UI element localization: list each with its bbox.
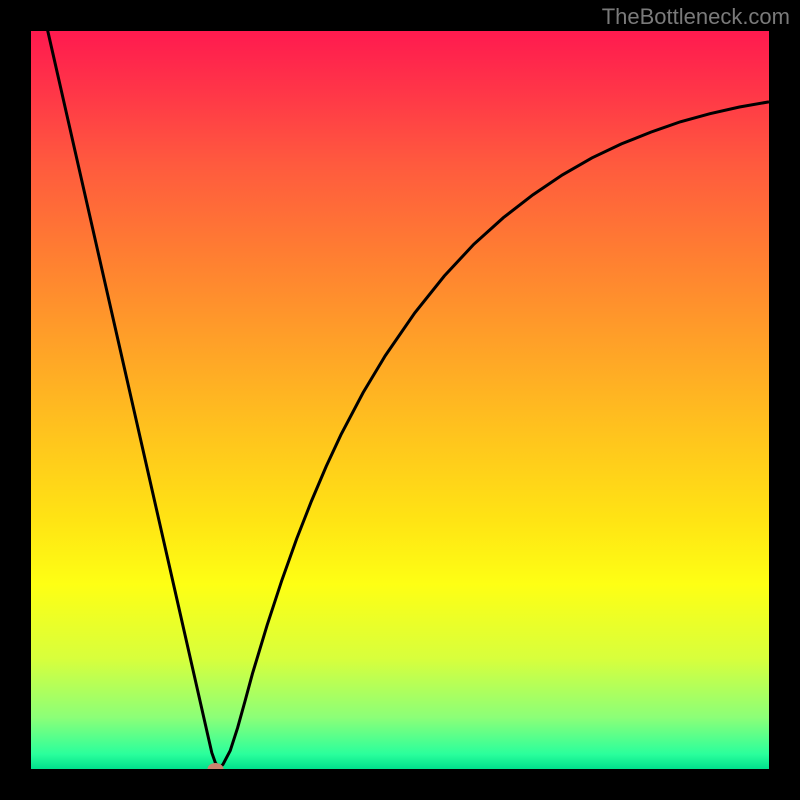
- optimum-marker: [208, 763, 224, 769]
- plot-area: [31, 31, 769, 769]
- bottleneck-curve: [31, 31, 769, 768]
- chart-svg: [31, 31, 769, 769]
- chart-container: TheBottleneck.com: [0, 0, 800, 800]
- watermark-text: TheBottleneck.com: [602, 4, 790, 30]
